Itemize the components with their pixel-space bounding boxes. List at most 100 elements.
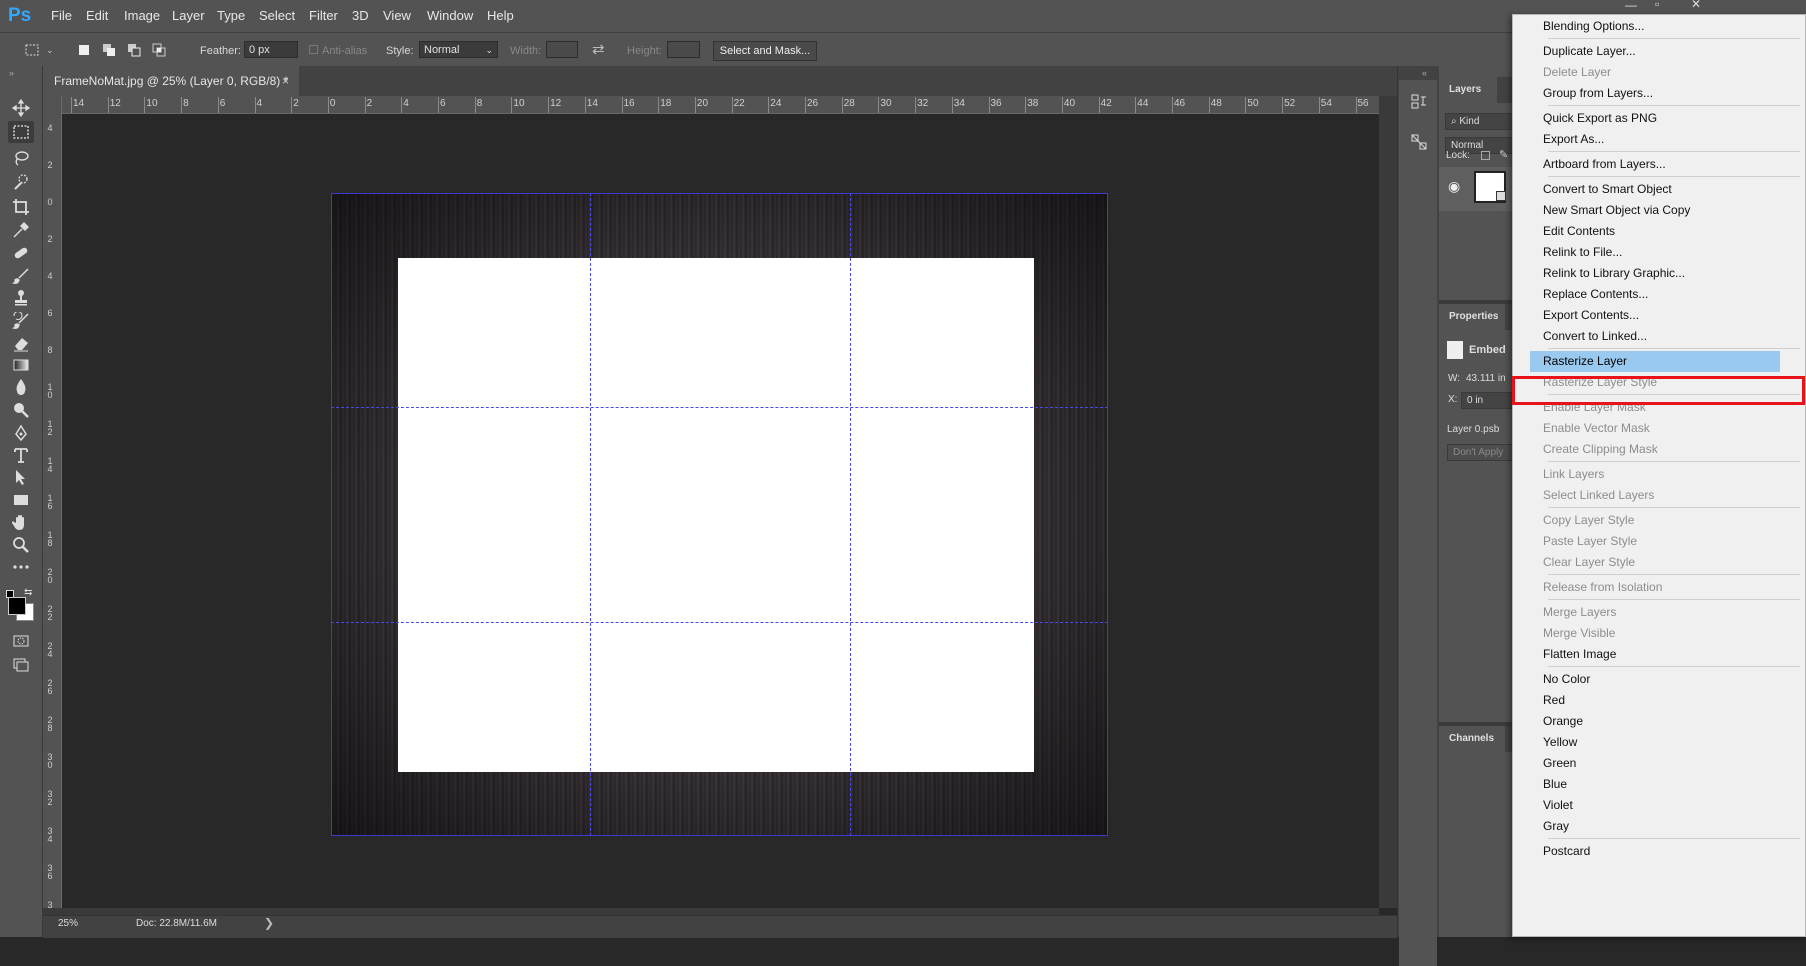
- context-menu-item[interactable]: Flatten Image: [1530, 644, 1780, 665]
- context-menu-item[interactable]: Export Contents...: [1530, 305, 1780, 326]
- document-tab[interactable]: FrameNoMat.jpg @ 25% (Layer 0, RGB/8) * …: [43, 66, 299, 96]
- vertical-scrollbar[interactable]: [1379, 96, 1397, 908]
- context-menu-item[interactable]: Gray: [1530, 816, 1780, 837]
- dont-apply-select[interactable]: Don't Apply: [1447, 444, 1517, 461]
- quick-mask-icon[interactable]: [8, 630, 34, 652]
- dodge-tool-icon[interactable]: [8, 399, 34, 421]
- marquee-preset-icon[interactable]: [24, 42, 40, 58]
- subtract-selection-icon[interactable]: [126, 42, 142, 58]
- width-value[interactable]: 43.111 in: [1466, 373, 1506, 384]
- context-menu-item[interactable]: Postcard: [1530, 841, 1780, 862]
- clone-stamp-tool-icon[interactable]: [8, 287, 34, 309]
- feather-input[interactable]: 0 px: [244, 41, 298, 58]
- context-menu-item[interactable]: Group from Layers...: [1530, 83, 1780, 104]
- context-menu-item[interactable]: Replace Contents...: [1530, 284, 1780, 305]
- context-menu-item[interactable]: Artboard from Layers...: [1530, 154, 1780, 175]
- context-menu-item[interactable]: Convert to Linked...: [1530, 326, 1780, 347]
- guide-vertical[interactable]: [590, 193, 591, 836]
- eraser-tool-icon[interactable]: [8, 332, 34, 354]
- path-selection-tool-icon[interactable]: [8, 466, 34, 488]
- history-panel-icon[interactable]: [1409, 92, 1429, 112]
- menu-view[interactable]: View: [383, 8, 411, 23]
- new-selection-icon[interactable]: [76, 42, 92, 58]
- gradient-tool-icon[interactable]: [8, 354, 34, 376]
- menu-3d[interactable]: 3D: [352, 8, 369, 23]
- context-menu-item[interactable]: Blending Options...: [1530, 16, 1780, 37]
- tab-properties[interactable]: Properties: [1439, 304, 1505, 330]
- status-menu-arrow-icon[interactable]: ❯: [264, 916, 274, 930]
- width-input[interactable]: [546, 41, 578, 58]
- more-tools-icon[interactable]: [8, 556, 34, 578]
- context-menu-item[interactable]: Orange: [1530, 711, 1780, 732]
- add-selection-icon[interactable]: [101, 42, 117, 58]
- move-tool-icon[interactable]: [8, 97, 34, 119]
- context-menu-item[interactable]: No Color: [1530, 669, 1780, 690]
- pen-tool-icon[interactable]: [8, 422, 34, 444]
- lasso-tool-icon[interactable]: [8, 147, 34, 169]
- select-and-mask-button[interactable]: Select and Mask...: [713, 41, 817, 61]
- context-menu-item[interactable]: Red: [1530, 690, 1780, 711]
- menu-select[interactable]: Select: [259, 8, 295, 23]
- context-menu-item[interactable]: Yellow: [1530, 732, 1780, 753]
- menu-file[interactable]: File: [51, 8, 72, 23]
- menu-image[interactable]: Image: [124, 8, 160, 23]
- menu-edit[interactable]: Edit: [86, 8, 108, 23]
- intersect-selection-icon[interactable]: [151, 42, 167, 58]
- collapse-icon[interactable]: »: [9, 68, 14, 78]
- hand-tool-icon[interactable]: [8, 511, 34, 533]
- context-menu-item[interactable]: Export As...: [1530, 129, 1780, 150]
- adjustments-panel-icon[interactable]: [1409, 132, 1429, 152]
- context-menu-item[interactable]: Rasterize Layer: [1530, 351, 1780, 372]
- tab-layers[interactable]: Layers: [1439, 77, 1497, 103]
- quick-selection-tool-icon[interactable]: [8, 171, 34, 193]
- context-menu-item[interactable]: New Smart Object via Copy: [1530, 200, 1780, 221]
- close-tab-icon[interactable]: ×: [282, 66, 289, 96]
- close-icon[interactable]: ✕: [1691, 0, 1701, 11]
- eyedropper-tool-icon[interactable]: [8, 219, 34, 241]
- foreground-color-swatch[interactable]: [8, 597, 26, 615]
- context-menu-item[interactable]: Edit Contents: [1530, 221, 1780, 242]
- rectangle-tool-icon[interactable]: [8, 489, 34, 511]
- maximize-icon[interactable]: ▫: [1655, 0, 1659, 11]
- screen-mode-icon[interactable]: [8, 654, 34, 676]
- chevron-down-icon[interactable]: ⌄: [46, 45, 54, 56]
- guide-vertical[interactable]: [850, 193, 851, 836]
- menu-filter[interactable]: Filter: [309, 8, 338, 23]
- zoom-tool-icon[interactable]: [8, 534, 34, 556]
- collapse-icon[interactable]: «: [1422, 68, 1427, 78]
- type-tool-icon[interactable]: [8, 444, 34, 466]
- context-menu-item[interactable]: Convert to Smart Object: [1530, 179, 1780, 200]
- marquee-tool-icon[interactable]: [8, 121, 34, 143]
- context-menu-item[interactable]: Green: [1530, 753, 1780, 774]
- history-brush-tool-icon[interactable]: [8, 310, 34, 332]
- zoom-level[interactable]: 25%: [58, 918, 78, 929]
- context-menu-item[interactable]: Duplicate Layer...: [1530, 41, 1780, 62]
- horizontal-scrollbar[interactable]: [43, 908, 1379, 915]
- context-menu-item[interactable]: Relink to Library Graphic...: [1530, 263, 1780, 284]
- tab-channels[interactable]: Channels: [1439, 726, 1505, 752]
- visibility-eye-icon[interactable]: ◉: [1448, 178, 1460, 195]
- swap-icon[interactable]: ⇄: [592, 40, 605, 58]
- blur-tool-icon[interactable]: [8, 376, 34, 398]
- context-menu-item[interactable]: Violet: [1530, 795, 1780, 816]
- menu-window[interactable]: Window: [427, 8, 473, 23]
- height-input[interactable]: [667, 41, 700, 58]
- style-select[interactable]: Normal ⌄: [419, 41, 498, 58]
- menu-type[interactable]: Type: [217, 8, 245, 23]
- lock-transparent-icon[interactable]: [1481, 151, 1490, 160]
- menu-layer[interactable]: Layer: [172, 8, 205, 23]
- crop-tool-icon[interactable]: [8, 196, 34, 218]
- anti-alias-checkbox[interactable]: [309, 45, 318, 54]
- context-menu-item[interactable]: Blue: [1530, 774, 1780, 795]
- window-controls[interactable]: — ▫ ✕: [1625, 0, 1725, 14]
- lock-brush-icon[interactable]: ✎: [1499, 148, 1508, 161]
- context-menu-item[interactable]: Relink to File...: [1530, 242, 1780, 263]
- context-menu-item[interactable]: Quick Export as PNG: [1530, 108, 1780, 129]
- color-swatches[interactable]: ⇆: [6, 587, 36, 624]
- brush-tool-icon[interactable]: [8, 265, 34, 287]
- healing-brush-tool-icon[interactable]: [8, 242, 34, 264]
- guide-horizontal[interactable]: [331, 622, 1108, 623]
- guide-horizontal[interactable]: [331, 407, 1108, 408]
- menu-help[interactable]: Help: [487, 8, 514, 23]
- minimize-icon[interactable]: —: [1625, 0, 1637, 12]
